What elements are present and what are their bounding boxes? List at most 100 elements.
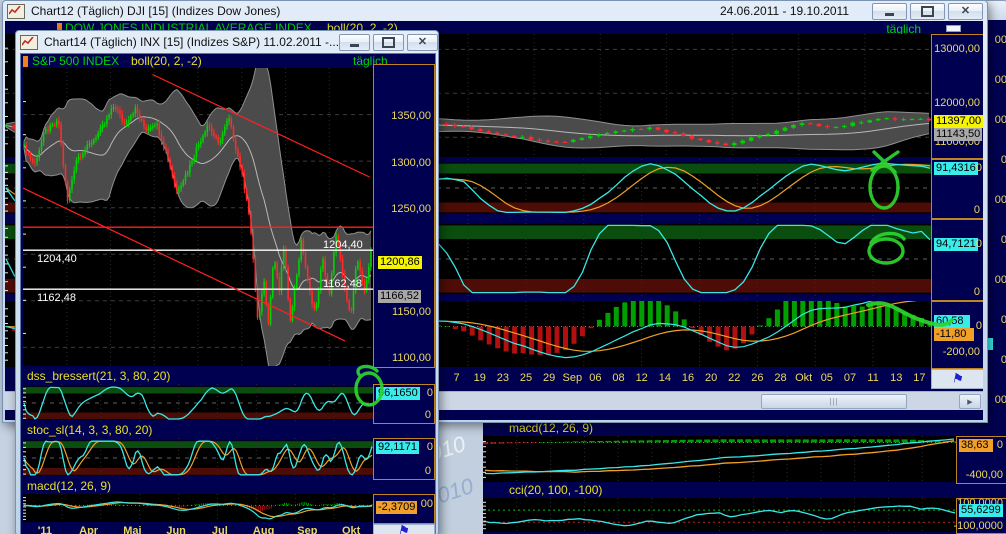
axis-label: 12000,00 xyxy=(934,97,980,109)
chart-icon xyxy=(7,4,25,19)
chart14-macd-label: macd(12, 26, 9) xyxy=(27,479,111,493)
tick-label: 20 xyxy=(700,372,723,384)
tick-label: 14 xyxy=(653,372,676,384)
bg-cci-label: cci(20, 100, -100) xyxy=(509,483,602,497)
axis-label: 0 xyxy=(425,465,431,477)
chart14-stoc-axis: 92,1171 0 0 xyxy=(373,438,435,480)
macd-signal-box: -11,80 xyxy=(934,328,974,341)
tick-label: 13 xyxy=(885,372,908,384)
tick-label: 23 xyxy=(491,372,514,384)
close-button[interactable]: ✕ xyxy=(948,3,983,20)
axis-label: 0 xyxy=(427,441,433,453)
minimize-button[interactable] xyxy=(872,3,907,20)
chart14-titlebar[interactable]: Chart14 (Täglich) INX [15] (Indizes S&P)… xyxy=(16,31,438,53)
prev-price-box: 11143,50 xyxy=(934,128,982,141)
chart14-stoc-label: stoc_sl(14, 3, 3, 80, 20) xyxy=(27,423,152,437)
chart14-main-chart[interactable] xyxy=(23,68,373,366)
tick-label: Apr xyxy=(67,525,111,534)
tick-label: 25 xyxy=(514,372,537,384)
last-price-box: 11397,00 xyxy=(934,115,983,128)
restore-button[interactable] xyxy=(373,34,404,51)
chart12-titlebar[interactable]: Chart12 (Täglich) DJI [15] (Indizes Dow … xyxy=(3,1,987,21)
chart14-main-axis: 1350,00 1300,00 1250,00 1150,00 1100,00 … xyxy=(373,64,435,368)
axis-label: 0 xyxy=(427,387,433,399)
macd-value-box: 60,58 xyxy=(934,315,970,328)
axis-label: 0 xyxy=(425,409,431,421)
axis-label: 1350,00 xyxy=(391,110,431,122)
axis-label: 1150,00 xyxy=(392,306,431,318)
scrollbar-thumb[interactable]: ||| xyxy=(761,394,907,409)
axis-label: -200,00 xyxy=(943,346,980,358)
chart14-dss-label: dss_bressert(21, 3, 80, 20) xyxy=(27,369,170,383)
chart14-content: S&P 500 INDEX boll(20, 2, -2) täglich 12… xyxy=(20,53,436,534)
window-title: Chart12 (Täglich) DJI [15] (Indizes Dow … xyxy=(31,4,280,18)
tick-label: Okt xyxy=(329,525,373,534)
tick-label: Sep xyxy=(286,525,330,534)
tick-label: 08 xyxy=(607,372,630,384)
tick-label: 0 xyxy=(988,300,1006,340)
tick-label: 00 xyxy=(988,380,1006,420)
application-screen: 0000000000000000 010 2010 macd(12, 26, 9… xyxy=(0,0,1006,534)
axis-label: -100,0000 xyxy=(953,520,1003,532)
flag-icon: ⚑ xyxy=(950,370,965,388)
chart12-main-axis: 13000,00 12000,00 11000,00 11397,00 1114… xyxy=(931,34,983,159)
scrollbar-right-arrow[interactable]: ▶ xyxy=(959,394,981,409)
tick-label: Jul xyxy=(198,525,242,534)
axis-label: 1300,00 xyxy=(391,157,431,169)
axis-label: 0 xyxy=(976,238,982,250)
bg-cci-axis: 100,0000 55,6299 -100,0000 xyxy=(956,498,1006,534)
tick-label: 22 xyxy=(723,372,746,384)
macd-value-box: 38,63 xyxy=(959,439,993,452)
restore-button[interactable] xyxy=(910,3,945,20)
axis-label: 1250,00 xyxy=(391,203,431,215)
tick-label: 00 xyxy=(988,180,1006,220)
background-window-bottom-panels: macd(12, 26, 9) 0 38,63 -400,00 cci(20, … xyxy=(483,420,1006,534)
tick-label: 29 xyxy=(538,372,561,384)
tick-label: 00 xyxy=(988,100,1006,140)
tick-label: 16 xyxy=(676,372,699,384)
chart14-dss-chart[interactable] xyxy=(23,384,373,422)
arrow-right-icon: ▶ xyxy=(967,398,972,406)
chart12-xaxis: 719232529Sep060812141620222628Okt0507111… xyxy=(445,369,931,387)
axis-label: 0 xyxy=(976,320,982,332)
tick-label: '11 xyxy=(23,525,67,534)
tick-label: Aug xyxy=(242,525,286,534)
axis-zero-label: 0 xyxy=(997,439,1003,451)
chart14-macd-chart[interactable] xyxy=(23,494,373,522)
bg-macd-chart[interactable] xyxy=(483,436,956,482)
chart14-study: boll(20, 2, -2) xyxy=(131,54,202,68)
price-line-label: 1162,48 xyxy=(37,292,76,304)
chart14-instrument: S&P 500 INDEX xyxy=(32,54,119,68)
chart14-flag-corner: ⚑ xyxy=(373,524,435,534)
chart14-stoc-chart[interactable] xyxy=(23,438,373,478)
tick-label: 11 xyxy=(862,372,885,384)
tick-label: 00 xyxy=(988,60,1006,100)
tick-label: Mai xyxy=(111,525,155,534)
chart14-dss-axis: 96,1650 0 0 xyxy=(373,384,435,424)
tick-label: Sep xyxy=(561,372,584,384)
dss-value-box: 96,1650 xyxy=(376,387,420,400)
tick-label: Jun xyxy=(154,525,198,534)
tick-label: 17 xyxy=(908,372,931,384)
tick-label: 0 xyxy=(988,220,1006,260)
minimize-icon xyxy=(350,44,359,47)
close-button[interactable]: ✕ xyxy=(407,34,438,51)
axis-label: 00 xyxy=(421,498,433,510)
chart14-window[interactable]: Chart14 (Täglich) INX [15] (Indizes S&P)… xyxy=(15,30,439,534)
minimize-button[interactable] xyxy=(339,34,370,51)
price-line-label: 1204,40 xyxy=(37,253,77,265)
minimize-icon xyxy=(885,13,894,16)
tick-label: 00 xyxy=(988,260,1006,300)
tick-label: 0 xyxy=(988,140,1006,180)
chart14-header-square xyxy=(23,56,28,67)
tick-label: 19 xyxy=(468,372,491,384)
axis-label: 1100,00 xyxy=(392,352,431,364)
price-line-label: 1204,40 xyxy=(323,239,363,251)
axis-label: 0 xyxy=(974,286,980,298)
bg-macd-axis: 0 38,63 -400,00 xyxy=(956,436,1006,484)
bg-cci-chart[interactable] xyxy=(483,498,956,532)
tick-label: Okt xyxy=(792,372,815,384)
axis-label: -400,00 xyxy=(966,469,1003,481)
chart14-macd-axis: 00 -2,3709 xyxy=(373,494,435,524)
tick-label: 7 xyxy=(445,372,468,384)
